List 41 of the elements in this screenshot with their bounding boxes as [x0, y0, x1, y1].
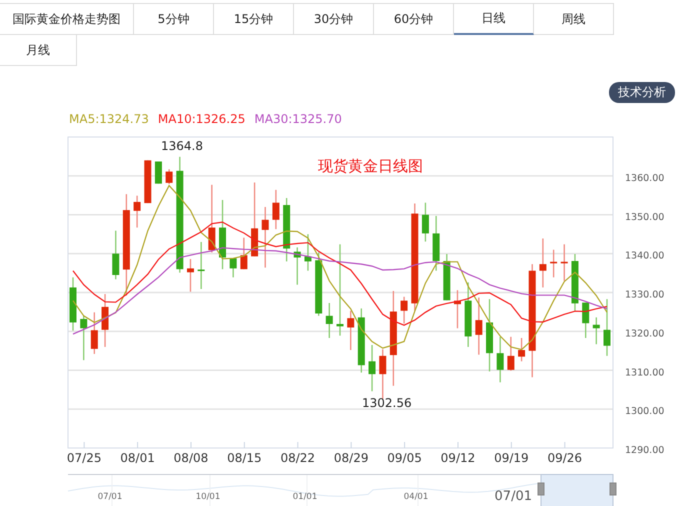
- navigator-date-label: 04/01: [404, 492, 428, 502]
- chart-tab[interactable]: 15分钟: [214, 4, 294, 35]
- x-axis-label: 09/05: [387, 451, 422, 465]
- low-price-label: 1302.56: [362, 396, 412, 410]
- range-handle[interactable]: [538, 482, 544, 496]
- x-axis-label: 09/12: [440, 451, 476, 465]
- high-price-label: 1364.8: [161, 139, 203, 153]
- chart-tab[interactable]: 30分钟: [294, 4, 374, 35]
- y-axis-label: 1320.00: [625, 328, 664, 340]
- navigator-date-label: 07/01: [98, 492, 122, 502]
- moving-average-legend: MA10:1326.25: [158, 112, 246, 126]
- range-selection[interactable]: [540, 474, 614, 506]
- y-axis-label: 1330.00: [625, 290, 664, 300]
- moving-average-legend: MA5:1324.73: [69, 112, 149, 126]
- y-axis-label: 1290.00: [625, 445, 664, 456]
- chart-tab[interactable]: 5分钟: [134, 4, 214, 35]
- range-handle[interactable]: [610, 482, 616, 496]
- chart-title: 现货黄金日线图: [318, 157, 423, 175]
- y-axis-label: 1350.00: [625, 212, 664, 223]
- chart-tab[interactable]: 日线: [454, 4, 534, 35]
- x-axis-label: 07/25: [66, 451, 102, 465]
- x-axis-label: 08/22: [280, 451, 316, 465]
- technical-analysis-button[interactable]: 技术分析: [609, 82, 675, 103]
- x-axis-label: 09/19: [494, 451, 529, 465]
- y-axis-label: 1360.00: [625, 172, 664, 184]
- chart-tab[interactable]: 60分钟: [374, 4, 454, 35]
- y-axis-label: 1310.00: [625, 367, 664, 378]
- y-axis-label: 1340.00: [625, 250, 664, 262]
- x-axis-label: 09/26: [547, 451, 582, 465]
- range-start-label: 07/01: [494, 489, 532, 504]
- chart-tab[interactable]: 国际黄金价格走势图: [0, 4, 134, 35]
- x-axis-label: 08/08: [174, 451, 208, 465]
- chart-tab[interactable]: 周线: [534, 4, 614, 35]
- x-axis-label: 08/15: [227, 451, 262, 465]
- navigator-date-label: 01/01: [292, 492, 318, 502]
- y-axis-label: 1300.00: [625, 406, 664, 418]
- chart-tab[interactable]: 月线: [0, 35, 77, 66]
- moving-average-legend: MA30:1325.70: [254, 112, 342, 126]
- x-axis-label: 08/29: [334, 451, 368, 465]
- x-axis-label: 08/01: [120, 451, 155, 465]
- navigator-date-label: 10/01: [196, 492, 220, 502]
